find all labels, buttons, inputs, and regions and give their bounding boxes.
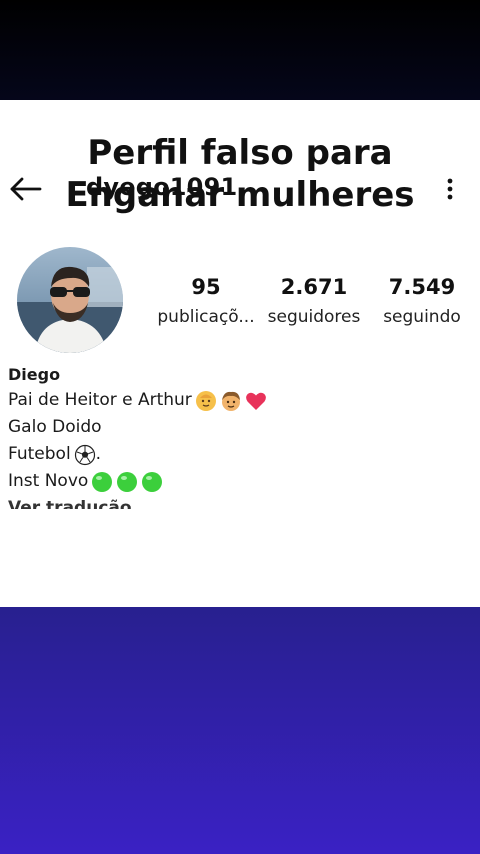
stat-posts[interactable]: 95 publicaçõ... <box>150 275 262 327</box>
profile-header: dyego1091 <box>0 165 480 215</box>
bio-line-4-text: Inst Novo <box>8 471 89 491</box>
bio-name: Diego <box>8 365 61 384</box>
green-circle-icon <box>117 471 138 492</box>
heart-icon <box>245 392 266 410</box>
bottom-purple-panel <box>0 607 480 854</box>
stat-followers-value: 2.671 <box>280 275 348 299</box>
soccer-ball-icon <box>74 444 95 465</box>
stat-following[interactable]: 7.549 seguindo <box>376 275 468 327</box>
profile-bio: Diego Pai de Heitor e Arthur Galo Doido … <box>8 363 468 509</box>
green-circle-icon <box>92 471 113 492</box>
top-black-bar <box>0 0 480 100</box>
profile-username: dyego1091 <box>86 173 238 201</box>
green-circle-icon <box>142 471 163 492</box>
translate-link[interactable]: Ver tradução <box>8 495 468 509</box>
bio-line-3: Futebol . <box>8 441 468 468</box>
bio-line-1-text: Pai de Heitor e Arthur <box>8 390 192 410</box>
stat-posts-label: publicaçõ... <box>157 307 255 327</box>
avatar-photo <box>17 247 123 353</box>
baby-face-icon <box>195 390 216 411</box>
stat-followers[interactable]: 2.671 seguidores <box>264 275 364 327</box>
more-vertical-icon[interactable] <box>440 173 460 205</box>
stat-following-label: seguindo <box>383 307 461 327</box>
arrow-left-icon[interactable] <box>8 173 44 205</box>
boy-face-icon <box>221 391 240 411</box>
profile-avatar[interactable] <box>17 247 123 353</box>
bio-line-4: Inst Novo <box>8 468 468 495</box>
profile-stats: 95 publicaçõ... 2.671 seguidores 7.549 s… <box>150 275 470 335</box>
stat-posts-value: 95 <box>191 275 221 299</box>
bio-line-3-text: Futebol <box>8 444 71 464</box>
bio-line-3-suffix: . <box>95 444 102 464</box>
bio-line-1: Pai de Heitor e Arthur <box>8 387 468 414</box>
stat-following-value: 7.549 <box>388 275 456 299</box>
stat-followers-label: seguidores <box>267 307 361 327</box>
bio-line-2: Galo Doido <box>8 417 102 437</box>
